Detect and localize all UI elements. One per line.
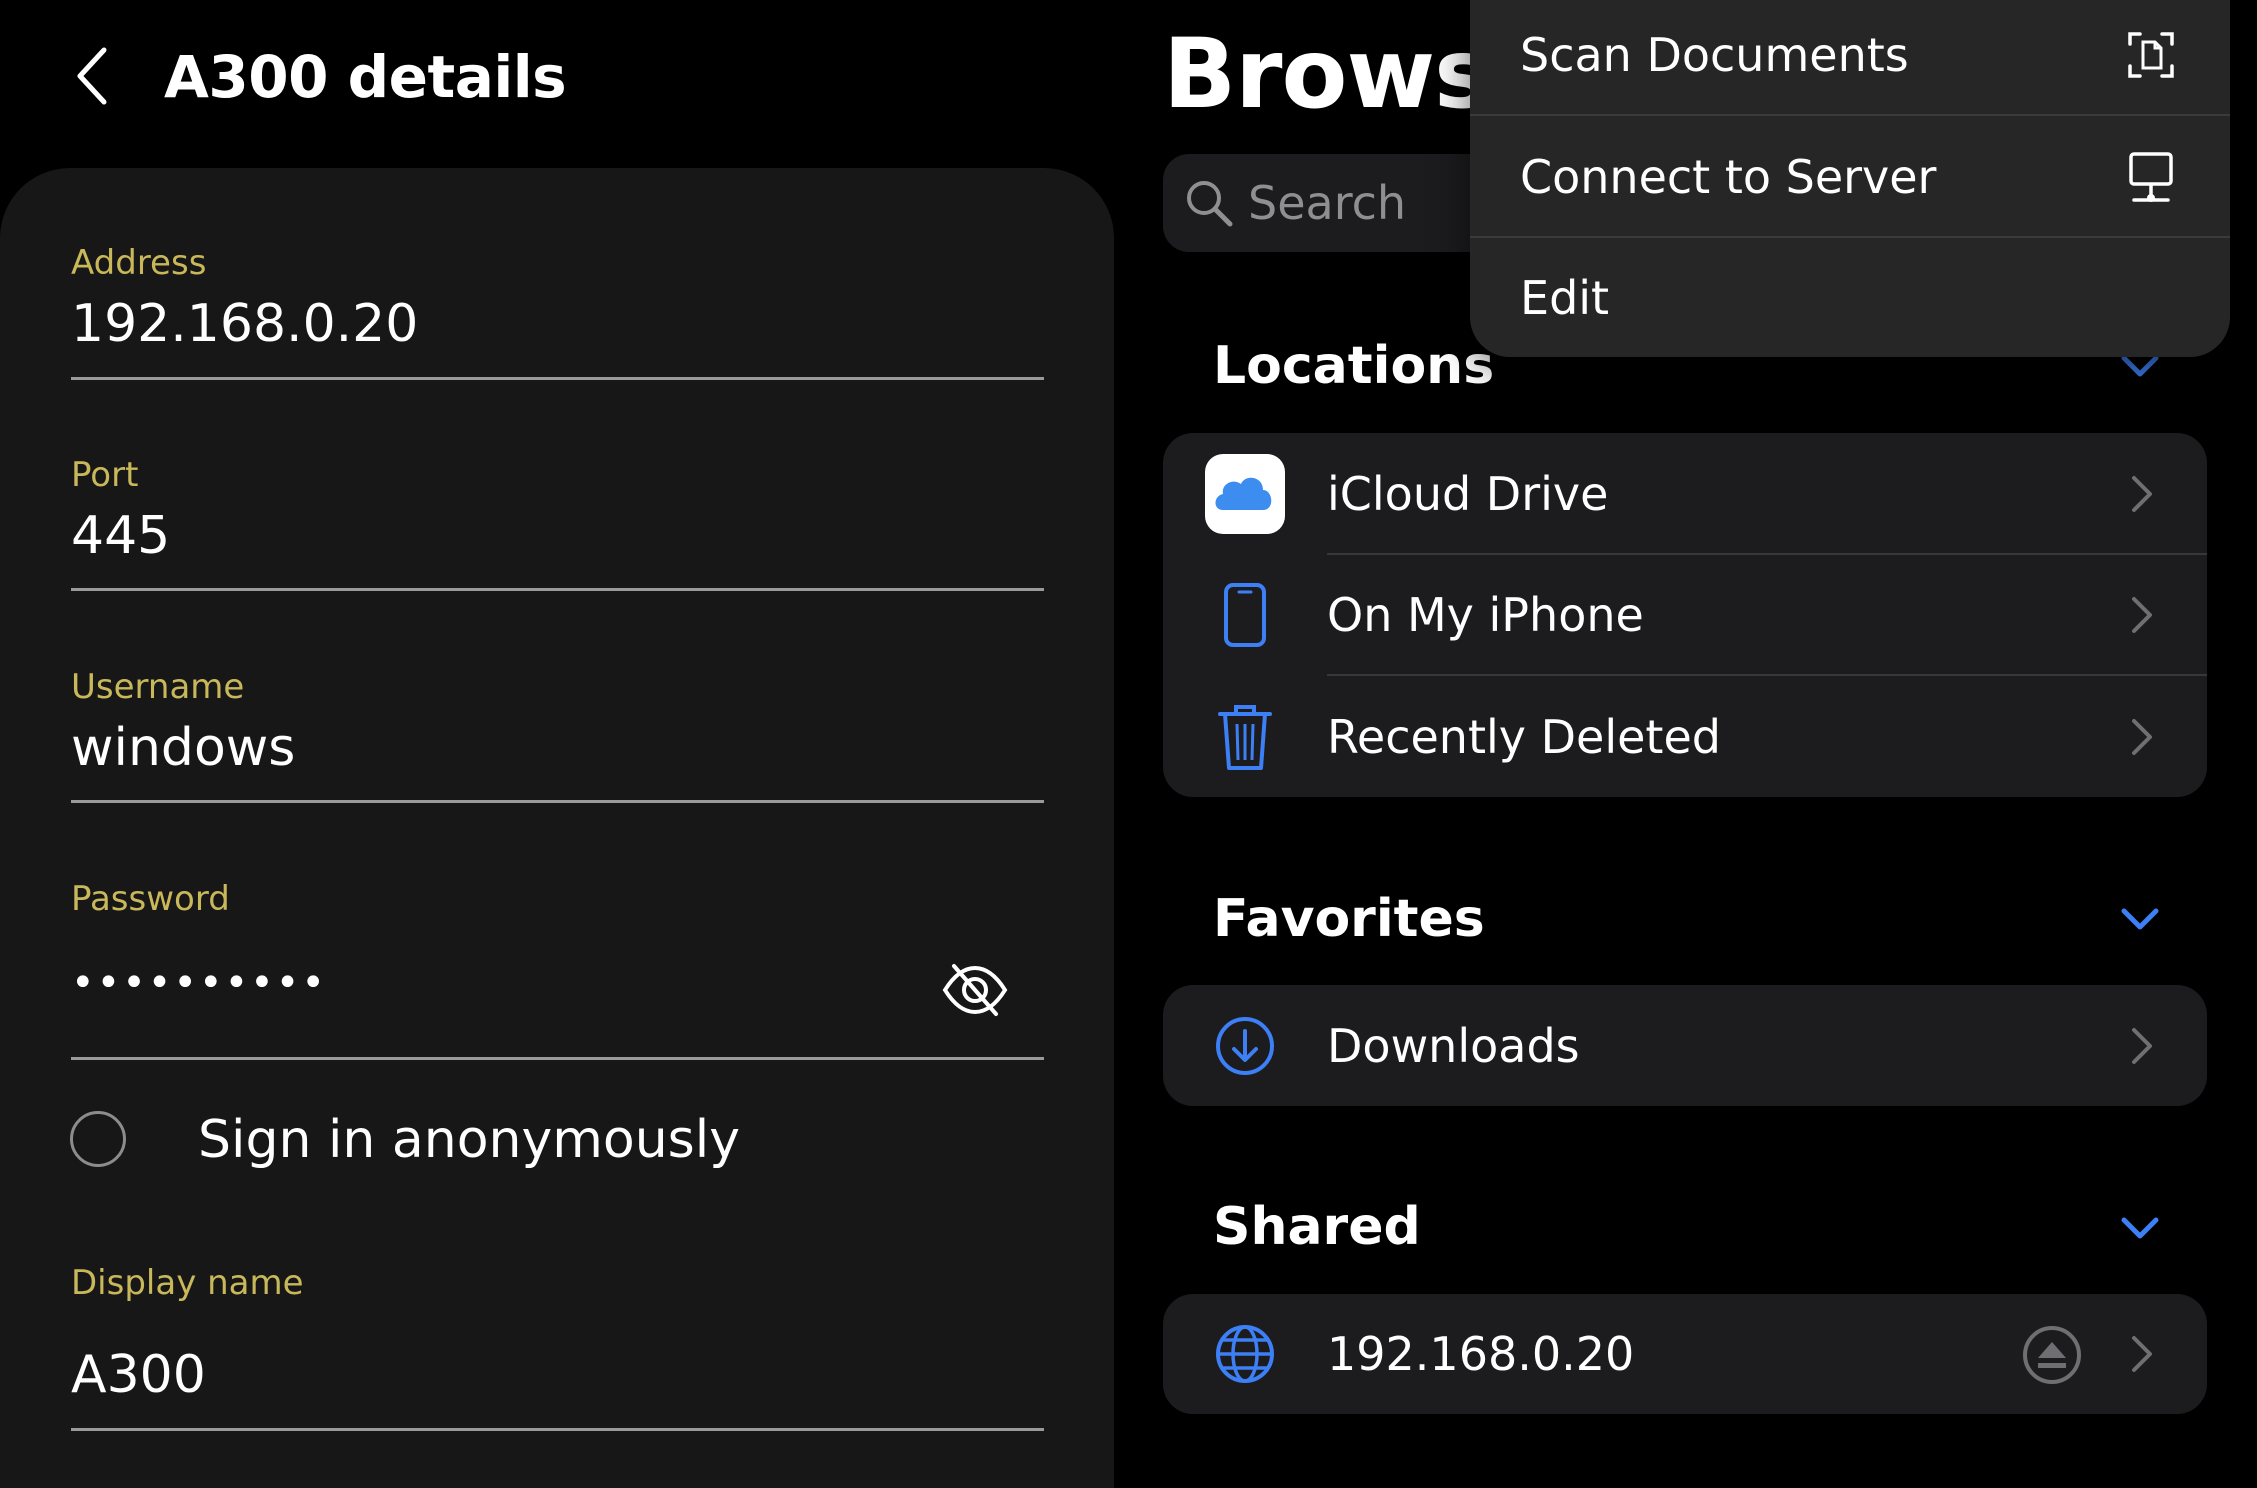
address-underline bbox=[71, 377, 1044, 380]
password-underline bbox=[71, 1057, 1044, 1060]
display-name-field[interactable]: A300 bbox=[71, 1343, 206, 1407]
address-label: Address bbox=[71, 243, 207, 283]
search-placeholder: Search bbox=[1248, 176, 1407, 230]
menu-item-label: Edit bbox=[1520, 271, 1610, 325]
shared-label: 192.168.0.20 bbox=[1327, 1327, 1635, 1381]
chevron-left-icon bbox=[77, 47, 107, 105]
chevron-right-icon bbox=[2132, 476, 2152, 512]
favorites-header[interactable]: Favorites bbox=[1213, 887, 1485, 951]
download-icon bbox=[1216, 1017, 1274, 1075]
username-underline bbox=[71, 800, 1044, 803]
toggle-password-visibility-button[interactable] bbox=[940, 958, 1010, 1022]
display-name-label: Display name bbox=[71, 1263, 304, 1303]
location-row-on-my-iphone[interactable] bbox=[1163, 555, 2207, 675]
password-field[interactable]: •••••••••• bbox=[71, 955, 327, 1011]
search-icon bbox=[1187, 181, 1233, 227]
back-button[interactable] bbox=[62, 36, 122, 116]
favorite-label: Downloads bbox=[1327, 1019, 1580, 1073]
locations-header[interactable]: Locations bbox=[1213, 334, 1494, 398]
username-label: Username bbox=[71, 667, 245, 707]
password-label: Password bbox=[71, 879, 230, 919]
chevron-right-icon bbox=[2132, 1336, 2152, 1372]
location-label: iCloud Drive bbox=[1327, 467, 1609, 521]
favorite-row-downloads[interactable] bbox=[1163, 985, 2207, 1106]
eject-icon[interactable] bbox=[2021, 1324, 2083, 1386]
location-row-icloud-drive[interactable] bbox=[1163, 433, 2207, 554]
username-field[interactable]: windows bbox=[71, 716, 295, 780]
icloud-icon bbox=[1205, 454, 1285, 534]
menu-item-label: Connect to Server bbox=[1520, 150, 1937, 204]
iphone-icon bbox=[1224, 583, 1266, 647]
menu-item-label: Scan Documents bbox=[1520, 28, 1909, 82]
location-label: On My iPhone bbox=[1327, 588, 1644, 642]
eye-slash-icon bbox=[942, 964, 1008, 1016]
location-label: Recently Deleted bbox=[1327, 710, 1721, 764]
port-label: Port bbox=[71, 455, 139, 495]
port-field[interactable]: 445 bbox=[71, 504, 170, 568]
port-underline bbox=[71, 588, 1044, 591]
chevron-right-icon bbox=[2132, 597, 2152, 633]
chevron-right-icon bbox=[2132, 1028, 2152, 1064]
shared-collapse-chevron-icon[interactable] bbox=[2120, 1214, 2160, 1242]
globe-icon bbox=[1216, 1325, 1274, 1383]
sign-in-anonymously-label: Sign in anonymously bbox=[198, 1110, 740, 1170]
address-field[interactable]: 192.168.0.20 bbox=[71, 292, 418, 356]
trash-icon bbox=[1218, 705, 1272, 770]
scan-document-icon bbox=[2128, 32, 2174, 78]
favorites-collapse-chevron-icon[interactable] bbox=[2120, 905, 2160, 933]
chevron-right-icon bbox=[2132, 719, 2152, 755]
page-title: A300 details bbox=[164, 43, 567, 111]
sign-in-anonymously-radio[interactable] bbox=[70, 1111, 126, 1167]
shared-header[interactable]: Shared bbox=[1213, 1195, 1421, 1259]
display-name-underline bbox=[71, 1428, 1044, 1431]
server-monitor-icon bbox=[2129, 152, 2173, 202]
